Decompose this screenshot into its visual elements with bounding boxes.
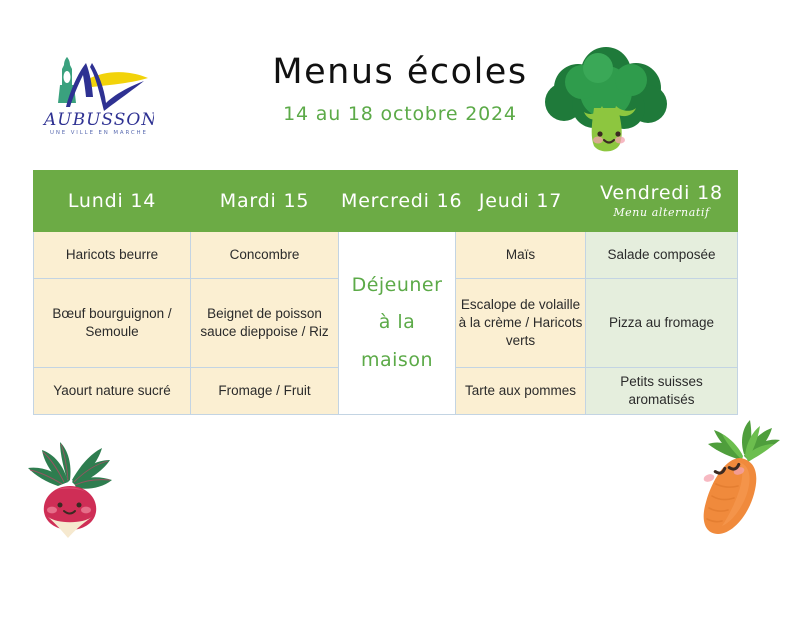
radish-icon [12, 432, 128, 540]
column-header-mardi: Mardi 15 [190, 170, 339, 232]
broccoli-icon [536, 40, 676, 160]
menu-cell-lundi-dessert: Yaourt nature sucré [33, 367, 191, 415]
menu-cell-vendredi-dessert: Petits suisses aromatisés [585, 367, 738, 415]
menu-cell-mardi-entree: Concombre [190, 231, 339, 279]
menu-cell-mardi-plat: Beignet de poisson sauce dieppoise / Riz [190, 278, 339, 368]
menu-cell-jeudi-entree: Maïs [455, 231, 586, 279]
day-label: Mercredi 16 [341, 189, 463, 212]
day-label: Vendredi 18 [600, 181, 723, 204]
menu-cell-lundi-plat: Bœuf bourguignon / Semoule [33, 278, 191, 368]
weekly-menu-table: Lundi 14 Mardi 15 Mercredi 16 Jeudi 17 V… [33, 170, 738, 415]
carrot-icon [682, 418, 792, 542]
day-label: Jeudi 17 [478, 189, 563, 212]
table-header-row: Lundi 14 Mardi 15 Mercredi 16 Jeudi 17 V… [33, 170, 738, 232]
column-header-lundi: Lundi 14 [33, 170, 191, 232]
menu-cell-lundi-entree: Haricots beurre [33, 231, 191, 279]
column-header-vendredi: Vendredi 18 Menu alternatif [585, 170, 738, 232]
day-label: Mardi 15 [219, 189, 310, 212]
menu-cell-jeudi-dessert: Tarte aux pommes [455, 367, 586, 415]
menu-cell-vendredi-plat: Pizza au fromage [585, 278, 738, 368]
table-row-entree: Haricots beurre Concombre Déjeuner à la … [33, 231, 738, 415]
menu-cell-mardi-dessert: Fromage / Fruit [190, 367, 339, 415]
svg-text:UNE VILLE EN MARCHE: UNE VILLE EN MARCHE [50, 130, 148, 136]
column-header-mercredi: Mercredi 16 [338, 170, 463, 232]
day-note-alternatif: Menu alternatif [613, 206, 710, 220]
column-header-jeudi: Jeudi 17 [455, 170, 586, 232]
menu-cell-jeudi-plat: Escalope de volaille à la crème / Harico… [455, 278, 586, 368]
home-lunch-line-3: maison [361, 348, 433, 371]
menu-cell-vendredi-entree: Salade composée [585, 231, 738, 279]
day-label: Lundi 14 [67, 189, 157, 212]
home-lunch-line-1: Déjeuner [351, 274, 443, 297]
svg-text:AUBUSSON: AUBUSSON [42, 110, 154, 130]
home-lunch-line-2: à la [378, 311, 416, 334]
aubusson-logo: AUBUSSON UNE VILLE EN MARCHE [36, 45, 154, 137]
menu-cell-mercredi-home: Déjeuner à la maison [338, 231, 456, 415]
